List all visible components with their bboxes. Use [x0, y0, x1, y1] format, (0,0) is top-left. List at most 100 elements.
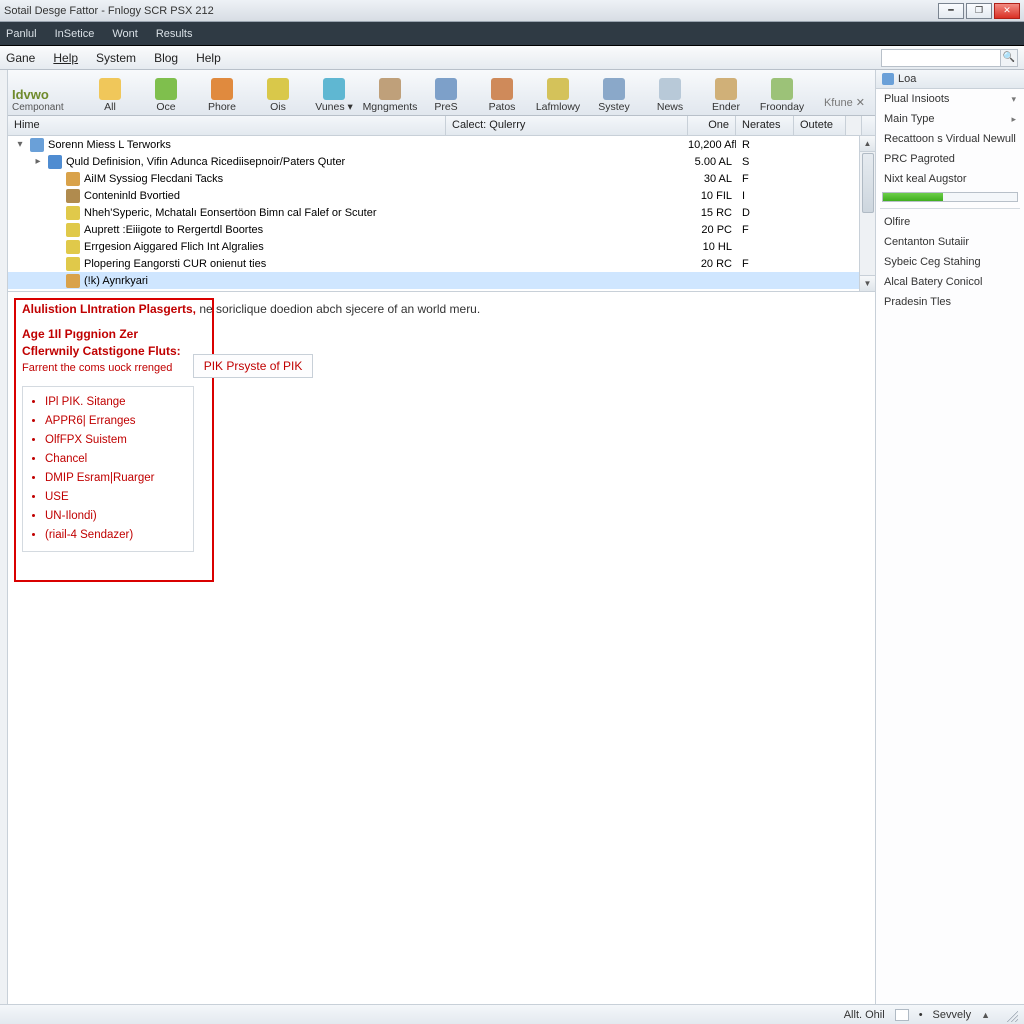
table-row[interactable]: AiIM Syssiog Flecdani Tacks30 ALF — [8, 170, 875, 187]
list-item: UN-Ilondi) — [45, 507, 187, 526]
toolbar-vunes[interactable]: Vunes ▾ — [306, 72, 362, 113]
table-row[interactable]: Nheh'Syperic, Mchatalı Eonsertöon Bimn c… — [8, 204, 875, 221]
side-item[interactable]: Olfire — [876, 212, 1024, 232]
toolbar-news[interactable]: News — [642, 72, 698, 113]
table-row[interactable]: Conteninld Bvortied10 FILI — [8, 187, 875, 204]
toolbar-oce[interactable]: Oce — [138, 72, 194, 113]
toolbar-systey[interactable]: Systey — [586, 72, 642, 113]
node-icon — [66, 274, 80, 288]
node-icon — [66, 206, 80, 220]
side-item[interactable]: Centanton Sutaiir — [876, 232, 1024, 252]
grid-header-calect[interactable]: Calect: Qulerry — [446, 116, 688, 135]
search-input[interactable] — [881, 49, 1001, 67]
node-icon — [66, 257, 80, 271]
toolbar-froonday[interactable]: Froonday — [754, 72, 810, 113]
toolbar: Idvwo Cemponant All Oce Phore Ois Vunes … — [8, 70, 875, 116]
window-title: Sotail Desge Fattor - Fnlogy SCR PSX 212 — [4, 5, 214, 17]
side-item[interactable]: PRC Pagroted — [876, 149, 1024, 169]
resize-grip-icon[interactable] — [1004, 1008, 1018, 1022]
panel-icon — [882, 73, 894, 85]
toolbar-mgngments[interactable]: Mgngments — [362, 72, 418, 113]
news-icon — [659, 78, 681, 100]
side-item[interactable]: Recattoon s Virdual Newull — [876, 129, 1024, 149]
menu-bar: Gane Help System Blog Help 🔍 — [0, 46, 1024, 70]
table-row[interactable]: Errgesion Aiggared Flich Int Algralies10… — [8, 238, 875, 255]
top-menu-item[interactable]: InSetice — [55, 28, 95, 40]
top-menu-item[interactable]: Results — [156, 28, 193, 40]
list-item: OlfFPX Suistem — [45, 431, 187, 450]
side-panel-header[interactable]: Loa — [876, 70, 1024, 89]
left-gutter — [0, 70, 8, 1004]
table-row[interactable]: Plopering Eangorsti CUR onienut ties20 R… — [8, 255, 875, 272]
status-badge-icon — [895, 1009, 909, 1021]
window-minimize-button[interactable]: ━ — [938, 3, 964, 19]
drop-icon — [323, 78, 345, 100]
menu-item[interactable]: Help — [53, 51, 78, 65]
toolbar-ender[interactable]: Ender — [698, 72, 754, 113]
grid-header-one[interactable]: One — [688, 116, 736, 135]
scroll-thumb[interactable] — [862, 153, 874, 213]
window-close-button[interactable]: ✕ — [994, 3, 1020, 19]
side-insioots[interactable]: Plual Insioots▾ — [876, 89, 1024, 109]
node-icon — [66, 223, 80, 237]
row-name: (!k) Aynrkyari — [84, 275, 148, 287]
results-grid: Hime Calect: Qulerry One Nerates Outete … — [8, 116, 875, 292]
panel-close-button[interactable]: Kfune ✕ — [824, 96, 865, 109]
toolbar-patos[interactable]: Patos — [474, 72, 530, 113]
row-name: Auprett :Eiiigote to Rergertdl Boortes — [84, 224, 263, 236]
grid-header-outete[interactable]: Outete — [794, 116, 846, 135]
node-icon — [66, 189, 80, 203]
detail-action-button[interactable]: PIK Prsyste of PIK — [193, 354, 314, 378]
side-main-type[interactable]: Main Type▸ — [876, 109, 1024, 129]
table-row[interactable]: (!k) Aynrkyari — [8, 272, 875, 289]
menu-item[interactable]: Gane — [6, 51, 35, 65]
row-name: Nheh'Syperic, Mchatalı Eonsertöon Bimn c… — [84, 207, 377, 219]
row-name: Conteninld Bvortied — [84, 190, 180, 202]
row-name: Plopering Eangorsti CUR onienut ties — [84, 258, 266, 270]
menu-item[interactable]: Help — [196, 51, 221, 65]
toolbar-lafmlowy[interactable]: Lafmlowy — [530, 72, 586, 113]
progress-bar — [882, 192, 1018, 202]
scroll-up-icon[interactable]: ▲ — [860, 136, 875, 152]
toolbar-all[interactable]: All — [82, 72, 138, 113]
grid-header-nerates[interactable]: Nerates — [736, 116, 794, 135]
table-row[interactable]: Auprett :Eiiigote to Rergertdl Boortes20… — [8, 221, 875, 238]
expand-icon[interactable]: ▾ — [14, 139, 26, 150]
calendar-icon — [771, 78, 793, 100]
chevron-up-icon[interactable]: ▲ — [981, 1010, 990, 1020]
top-menu-item[interactable]: Panlul — [6, 28, 37, 40]
side-item[interactable]: Pradesin Tles — [876, 292, 1024, 312]
grid-scrollbar[interactable]: ▲ ▼ — [859, 136, 875, 291]
chevron-down-icon: ▾ — [1011, 91, 1016, 107]
window-titlebar: Sotail Desge Fattor - Fnlogy SCR PSX 212… — [0, 0, 1024, 22]
node-icon — [30, 138, 44, 152]
menu-item[interactable]: Blog — [154, 51, 178, 65]
list-item: DMIP Esram|Ruarger — [45, 469, 187, 488]
menu-item[interactable]: System — [96, 51, 136, 65]
side-panel: Loa Plual Insioots▾ Main Type▸ Recattoon… — [876, 70, 1024, 1004]
caret-icon: ▸ — [1011, 111, 1016, 127]
search-button[interactable]: 🔍 — [1000, 49, 1018, 67]
table-row[interactable]: ▸ Quld Definision, Vifin Adunca Ricediise… — [8, 153, 875, 170]
status-text: Sevvely — [933, 1009, 972, 1021]
window-maximize-button[interactable]: ❐ — [966, 3, 992, 19]
list-item: USE — [45, 488, 187, 507]
toolbar-pres[interactable]: PreS — [418, 72, 474, 113]
top-menu-item[interactable]: Wont — [112, 28, 137, 40]
list-item: Chancel — [45, 450, 187, 469]
side-item[interactable]: Alcal Batery Conicol — [876, 272, 1024, 292]
folder-icon — [99, 78, 121, 100]
toolbar-ois[interactable]: Ois — [250, 72, 306, 113]
monitor-icon — [603, 78, 625, 100]
detail-sub2: Cflerwnily Catstigone Fluts: — [22, 343, 181, 360]
star-icon — [267, 78, 289, 100]
expand-icon[interactable]: ▸ — [32, 156, 44, 167]
grid-header-name[interactable]: Hime — [8, 116, 446, 135]
detail-headline: Alulistion LIntration Plasgerts, ne sori… — [22, 302, 861, 316]
side-item[interactable]: Sybeic Ceg Stahing — [876, 252, 1024, 272]
table-row[interactable]: ▾Sorenn Miess L Terworks10,200 AflR — [8, 136, 875, 153]
side-item[interactable]: Nixt keal Augstor — [876, 169, 1024, 189]
scroll-down-icon[interactable]: ▼ — [860, 275, 875, 291]
row-name: Quld Definision, Vifin Adunca Ricediisep… — [66, 156, 345, 168]
toolbar-phore[interactable]: Phore — [194, 72, 250, 113]
